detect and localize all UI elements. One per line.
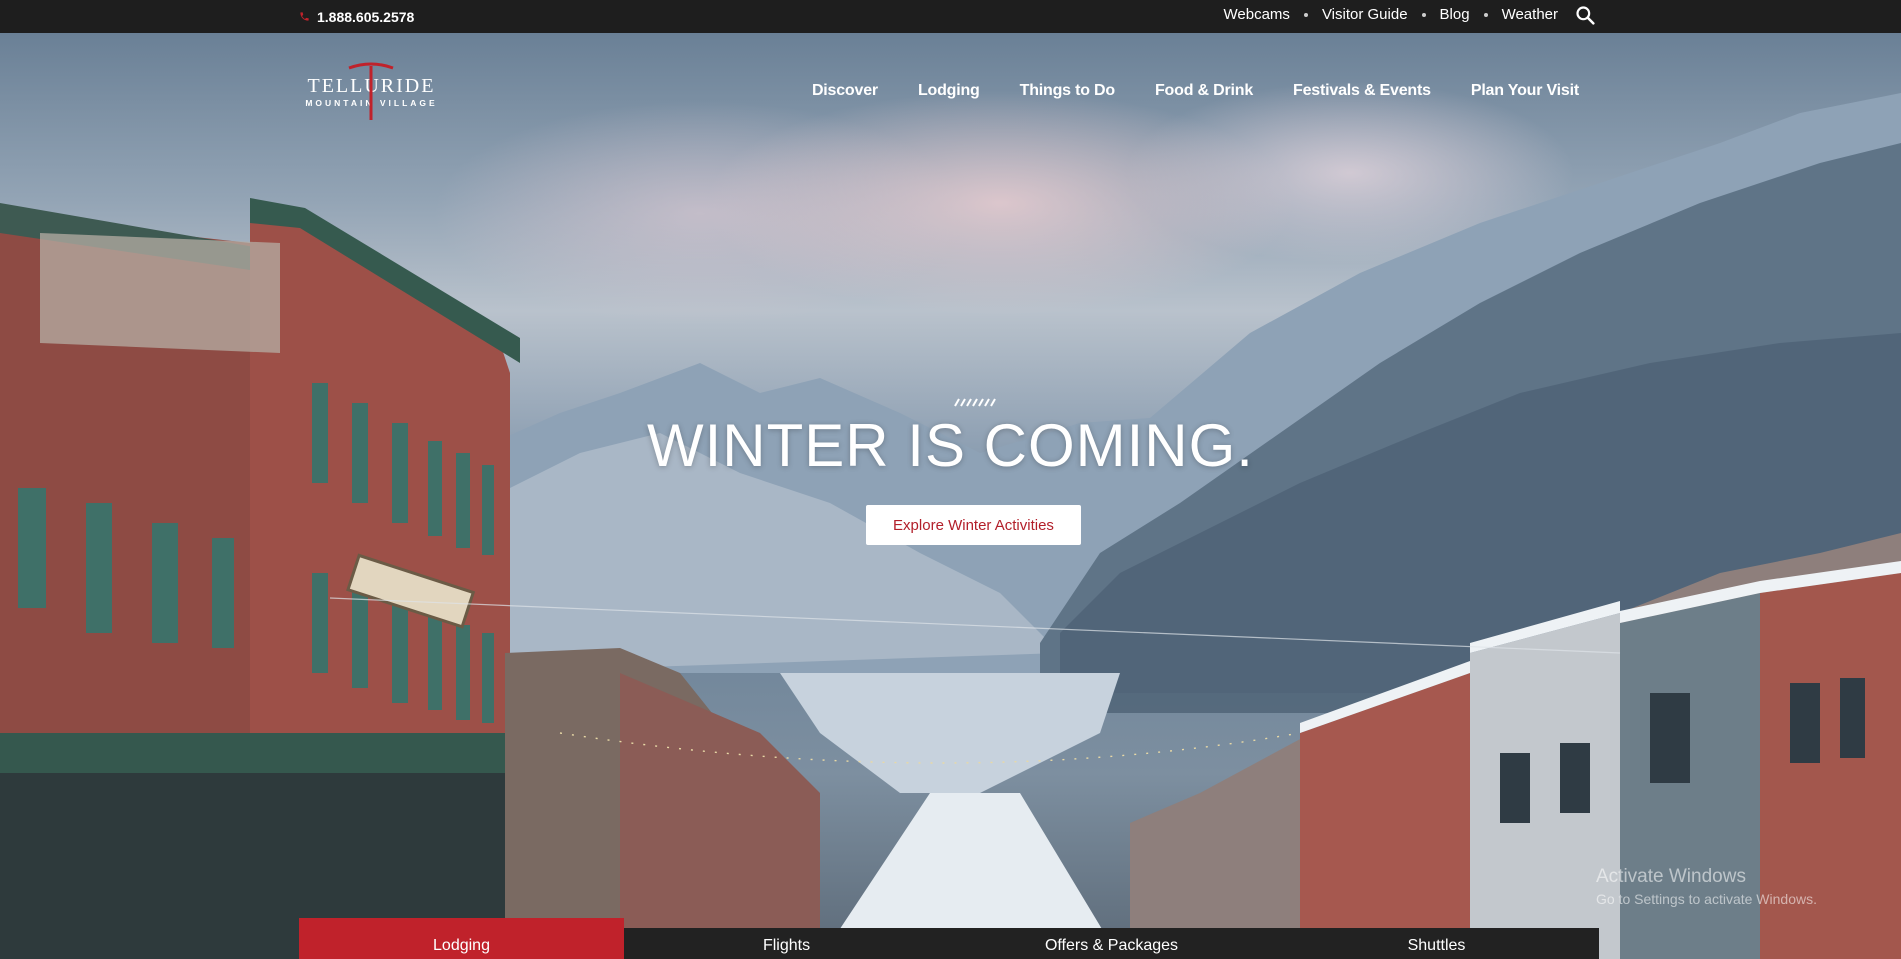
hero-headline: WINTER IS COMING. [647, 412, 1254, 479]
weather-link[interactable]: Weather [1502, 6, 1558, 23]
site-logo[interactable]: TELLURIDE MOUNTAIN VILLAGE [299, 58, 444, 120]
nav-things-to-do[interactable]: Things to Do [1020, 82, 1116, 100]
nav-festivals-events[interactable]: Festivals & Events [1293, 82, 1431, 100]
decorative-slashes [954, 398, 996, 407]
telluride-t-icon [348, 62, 394, 120]
phone-icon [300, 12, 309, 21]
visitor-guide-link[interactable]: Visitor Guide [1322, 6, 1408, 23]
nav-plan-your-visit[interactable]: Plan Your Visit [1471, 82, 1579, 100]
tab-shuttles[interactable]: Shuttles [1274, 928, 1599, 959]
watermark-title: Activate Windows [1596, 866, 1746, 887]
webcams-link[interactable]: Webcams [1224, 6, 1290, 23]
utility-bar: 1.888.605.2578 Webcams Visitor Guide Blo… [0, 0, 1901, 33]
watermark-subtitle: Go to Settings to activate Windows. [1596, 891, 1817, 907]
separator-dot [1303, 12, 1308, 17]
tab-offers-packages[interactable]: Offers & Packages [949, 928, 1274, 959]
phone-number: 1.888.605.2578 [317, 8, 415, 25]
activate-windows-watermark: Activate Windows Go to Settings to activ… [1596, 866, 1817, 907]
blog-link[interactable]: Blog [1440, 6, 1470, 23]
nav-food-drink[interactable]: Food & Drink [1155, 82, 1253, 100]
nav-lodging[interactable]: Lodging [918, 82, 980, 100]
utility-nav: Webcams Visitor Guide Blog Weather [1224, 0, 1595, 29]
explore-winter-activities-button[interactable]: Explore Winter Activities [866, 505, 1081, 545]
nav-discover[interactable]: Discover [812, 82, 878, 100]
separator-dot [1483, 12, 1488, 17]
hero-background-image [0, 93, 1901, 959]
hero-section: TELLURIDE MOUNTAIN VILLAGE Discover Lodg… [0, 33, 1901, 959]
phone-link[interactable]: 1.888.605.2578 [299, 0, 414, 33]
search-icon[interactable] [1575, 5, 1595, 25]
separator-dot [1421, 12, 1426, 17]
booking-tabs: Lodging Flights Offers & Packages Shuttl… [299, 918, 1599, 959]
tab-lodging[interactable]: Lodging [299, 918, 624, 959]
main-nav: Discover Lodging Things to Do Food & Dri… [812, 71, 1579, 111]
tab-flights[interactable]: Flights [624, 928, 949, 959]
